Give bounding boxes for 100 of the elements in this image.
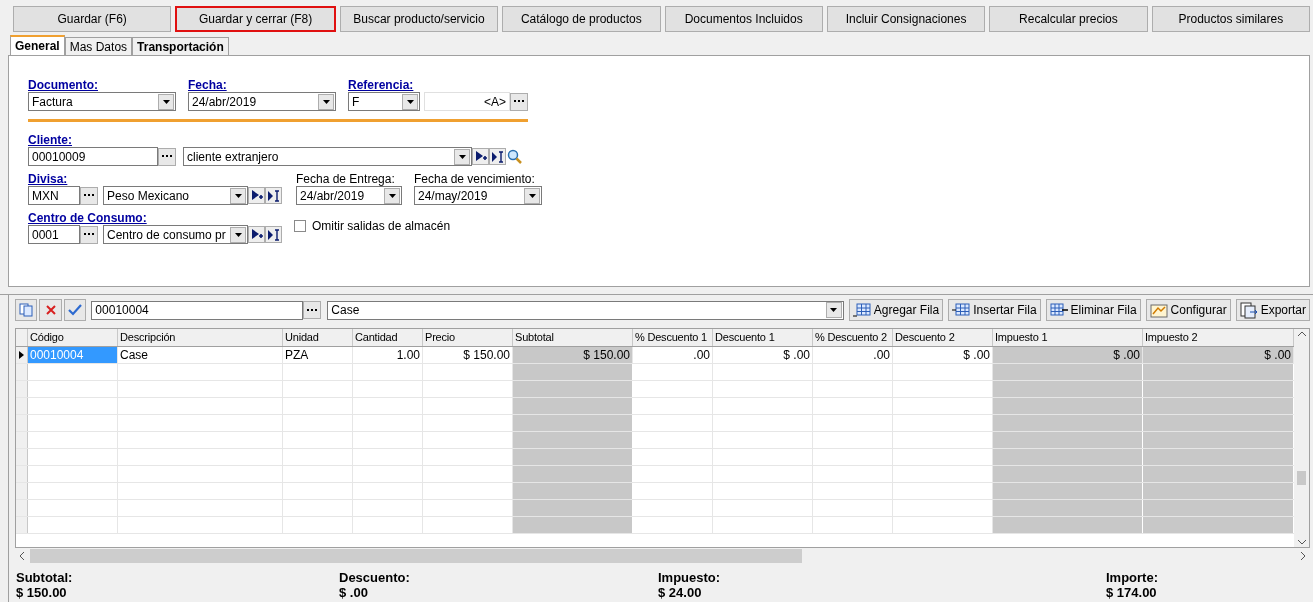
dropdown-field[interactable]: F [348, 92, 420, 111]
column-header[interactable]: Descuento 2 [893, 329, 993, 346]
dropdown-button[interactable] [524, 187, 540, 204]
dropdown-button[interactable] [454, 148, 470, 165]
dropdown-button[interactable] [230, 226, 246, 243]
dropdown-field[interactable]: Centro de consumo pr [103, 225, 248, 244]
column-header[interactable]: Código [28, 329, 118, 346]
total-label: Importe: [1106, 570, 1158, 585]
dropdown-button[interactable] [402, 93, 418, 110]
text-field[interactable]: <A> [424, 92, 510, 111]
add-button[interactable] [248, 226, 265, 243]
ellipsis-icon [84, 233, 94, 236]
add-button[interactable] [248, 187, 265, 204]
edit-button[interactable] [265, 187, 282, 204]
dropdown-button[interactable] [384, 187, 400, 204]
dropdown-field[interactable]: 24/may/2019 [414, 186, 542, 205]
dropdown-field[interactable]: Peso Mexicano [103, 186, 248, 205]
dropdown-field[interactable]: Factura [28, 92, 176, 111]
text-field[interactable]: MXN [28, 186, 80, 205]
browse-button[interactable] [80, 225, 98, 244]
scroll-right-icon [1301, 552, 1306, 560]
ellipsis-icon [307, 308, 318, 312]
scroll-up-icon [1297, 331, 1306, 336]
grid-toolbar-button[interactable]: Agregar Fila [848, 299, 944, 321]
row-header[interactable] [16, 347, 28, 363]
table-cell: .00 [633, 347, 713, 363]
text-field[interactable]: 0001 [28, 225, 80, 244]
browse-button[interactable] [80, 186, 98, 205]
dropdown-field[interactable]: 24/abr/2019 [296, 186, 402, 205]
dropdown-button[interactable] [158, 93, 174, 110]
field-label: Documento: [28, 78, 99, 92]
grid-add-icon [852, 302, 871, 318]
total-label: Impuesto: [658, 570, 722, 585]
column-header[interactable]: % Descuento 2 [813, 329, 893, 346]
tab[interactable]: Transportación [132, 37, 229, 55]
total-value: $ .00 [339, 585, 369, 600]
column-header[interactable]: Precio [423, 329, 513, 346]
toolbar-button[interactable]: Documentos Incluidos [664, 6, 823, 32]
tab[interactable]: General [10, 35, 65, 55]
caret-icon [406, 99, 414, 104]
vertical-scrollbar[interactable] [1294, 329, 1309, 547]
column-header[interactable]: Cantidad [353, 329, 423, 346]
product-code-field[interactable]: 00010004 [91, 300, 304, 320]
toolbar-button[interactable]: Guardar (F6) [13, 6, 172, 32]
text-field[interactable]: 00010009 [28, 147, 158, 166]
field-label: Fecha de vencimiento: [414, 172, 536, 186]
edit-button[interactable] [265, 226, 282, 243]
table-cell: PZA [283, 347, 353, 363]
browse-button[interactable] [158, 147, 176, 166]
dropdown-field[interactable]: cliente extranjero [183, 147, 472, 166]
add-button[interactable] [472, 148, 489, 165]
column-header[interactable]: Subtotal [513, 329, 633, 346]
column-header[interactable]: Unidad [283, 329, 353, 346]
toolbar-button[interactable]: Recalcular precios [989, 6, 1148, 32]
confirm-button[interactable] [63, 299, 87, 321]
table-cell: $ .00 [1143, 347, 1294, 363]
toolbar-button[interactable]: Buscar producto/servicio [339, 6, 499, 32]
browse-button[interactable] [510, 92, 528, 111]
grid-insert-icon [952, 302, 971, 318]
ellipsis-icon [84, 194, 94, 197]
column-header[interactable]: Descuento 1 [713, 329, 813, 346]
field-label: Referencia: [348, 78, 415, 92]
table-cell: 00010004 [28, 347, 118, 363]
caret-icon [322, 99, 330, 104]
toolbar-button[interactable]: Incluir Consignaciones [826, 6, 986, 32]
delete-button[interactable] [39, 299, 62, 321]
edit-button[interactable] [489, 148, 506, 165]
dropdown-button[interactable] [230, 187, 246, 204]
column-header[interactable]: Descripción [118, 329, 283, 346]
grid-toolbar-button[interactable]: Insertar Fila [948, 299, 1041, 321]
field-label: Cliente: [28, 133, 73, 147]
toolbar-button[interactable]: Guardar y cerrar (F8) [175, 6, 336, 32]
search-button[interactable] [506, 148, 523, 165]
total-value: $ 150.00 [16, 585, 68, 600]
checkbox[interactable] [294, 220, 306, 232]
scroll-thumb[interactable] [1297, 471, 1306, 485]
tab[interactable]: Mas Datos [64, 37, 133, 55]
browse-button[interactable] [303, 301, 322, 319]
checkbox-label: Omitir salidas de almacén [312, 218, 451, 235]
column-header[interactable]: Impuesto 1 [993, 329, 1143, 346]
scroll-left-icon [19, 552, 24, 560]
grid-toolbar-button[interactable]: Exportar [1235, 299, 1310, 321]
dropdown-field[interactable]: 24/abr/2019 [188, 92, 336, 111]
dropdown-button[interactable] [318, 93, 334, 110]
product-dropdown[interactable]: Case [327, 300, 844, 320]
dropdown-button[interactable] [825, 302, 842, 318]
play-plus-icon [250, 228, 263, 241]
search-icon [507, 149, 522, 164]
table-cell: 1.00 [353, 347, 423, 363]
table-cell: $ 150.00 [513, 347, 633, 363]
toolbar-button[interactable]: Catálogo de productos [502, 6, 661, 32]
column-header[interactable]: % Descuento 1 [633, 329, 713, 346]
copy-button[interactable] [15, 299, 38, 321]
grid-toolbar-button[interactable]: Eliminar Fila [1045, 299, 1141, 321]
table-cell: $ .00 [993, 347, 1143, 363]
close-icon [45, 305, 56, 315]
grid-toolbar-button[interactable]: Configurar [1145, 299, 1231, 321]
caret-icon [234, 193, 242, 198]
scroll-down-icon [1297, 540, 1306, 545]
toolbar-button[interactable]: Productos similares [1151, 6, 1310, 32]
